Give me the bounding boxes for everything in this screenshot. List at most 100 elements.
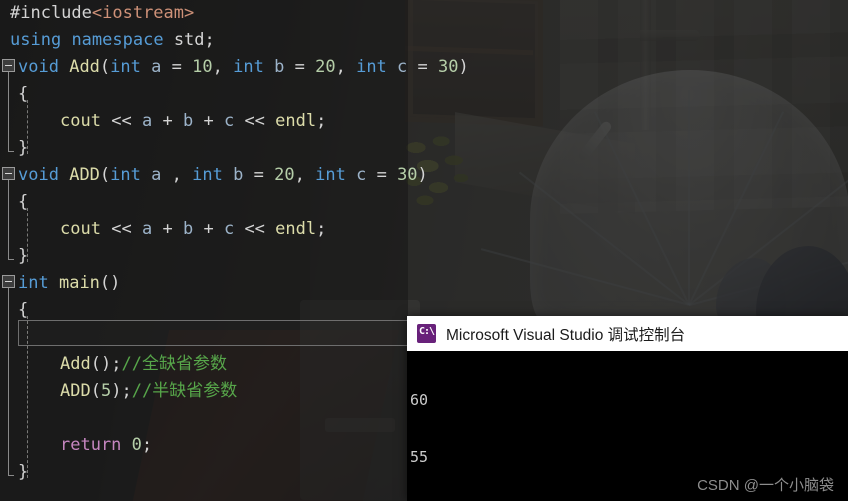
code-line-5[interactable]: cout << a + b + c << endl; (0, 108, 848, 135)
token-brace-open: { (18, 192, 29, 212)
token-brace-close: } (18, 462, 29, 482)
token-semicolon: ; (111, 354, 122, 374)
token-var-c: c (223, 219, 235, 239)
token-var-c: c (356, 165, 367, 185)
token-num-10: 10 (192, 57, 213, 77)
code-line-9[interactable]: cout << a + b + c << endl; (0, 216, 848, 243)
token-brace-open: { (18, 300, 29, 320)
token-shift-left: << (111, 219, 132, 239)
code-line-10[interactable]: } (0, 243, 848, 270)
token-include-directive: #include (10, 3, 92, 23)
token-comma: , (294, 165, 305, 185)
token-shift-left: << (244, 219, 265, 239)
console-output-line: 55 (410, 448, 429, 466)
token-int: int (110, 165, 141, 185)
token-plus: + (162, 111, 173, 131)
token-shift-left: << (111, 111, 132, 131)
token-var-b: b (182, 111, 194, 131)
token-num-5: 5 (100, 381, 112, 401)
code-line-6[interactable]: } (0, 135, 848, 162)
token-var-b: b (233, 165, 244, 185)
console-title-bar[interactable]: C:\ Microsoft Visual Studio 调试控制台 (407, 316, 848, 351)
token-num-30: 30 (438, 57, 459, 77)
token-shift-left: << (244, 111, 265, 131)
console-output-area[interactable]: 60 55 C:\code\2023\data_structure\Projec… (407, 351, 848, 501)
token-equals: = (376, 165, 387, 185)
token-paren-open: ( (99, 165, 111, 185)
code-line-11[interactable]: int main() (0, 270, 848, 297)
token-cout: cout (60, 111, 101, 131)
code-line-3[interactable]: void Add(int a = 10, int b = 20, int c =… (0, 54, 848, 81)
token-plus: + (162, 219, 173, 239)
token-semicolon: ; (316, 219, 327, 239)
token-paren-close: ) (417, 165, 428, 185)
token-paren-close: ) (111, 381, 122, 401)
token-semicolon: ; (316, 111, 327, 131)
console-app-icon: C:\ (417, 324, 436, 343)
token-var-b: b (182, 219, 194, 239)
token-var-c: c (223, 111, 235, 131)
token-comma: , (171, 165, 182, 185)
token-equals: = (253, 165, 264, 185)
token-num-20: 20 (274, 165, 295, 185)
token-std: std (173, 30, 205, 50)
token-brace-open: { (18, 84, 29, 104)
code-line-2[interactable]: using namespace std; (0, 27, 848, 54)
token-plus: + (203, 219, 214, 239)
token-num-0: 0 (131, 435, 142, 455)
token-int: int (356, 57, 387, 77)
token-fn-add: Add (69, 57, 100, 77)
token-int: int (233, 57, 264, 77)
token-int: int (315, 165, 346, 185)
token-comma: , (335, 57, 346, 77)
token-void: void (18, 165, 59, 185)
token-paren-open: ( (99, 273, 111, 293)
token-var-b: b (274, 57, 285, 77)
token-include-header: <iostream> (91, 3, 195, 23)
token-comma: , (212, 57, 223, 77)
token-fn-addupper: ADD (69, 165, 100, 185)
debug-console-window[interactable]: C:\ Microsoft Visual Studio 调试控制台 60 55 … (407, 316, 848, 501)
token-paren-open: ( (90, 354, 101, 374)
token-paren-open: ( (90, 381, 101, 401)
code-line-4[interactable]: { (0, 81, 848, 108)
console-title-text: Microsoft Visual Studio 调试控制台 (446, 326, 686, 344)
code-line-7[interactable]: void ADD(int a , int b = 20, int c = 30) (0, 162, 848, 189)
token-namespace: namespace (71, 30, 164, 50)
token-int: int (110, 57, 141, 77)
code-line-1[interactable]: #include<iostream> (0, 0, 848, 27)
token-brace-close: } (18, 138, 29, 158)
token-var-a: a (151, 57, 162, 77)
token-endl: endl (275, 111, 317, 131)
token-paren-close: ) (458, 57, 469, 77)
token-equals: = (171, 57, 182, 77)
token-fn-add: Add (60, 354, 91, 374)
token-paren-close: ) (100, 354, 112, 374)
token-semicolon: ; (204, 30, 215, 50)
token-comment-half-default: //半缺省参数 (131, 381, 238, 401)
token-semicolon: ; (141, 435, 153, 455)
token-num-30: 30 (397, 165, 418, 185)
token-fn-addupper: ADD (60, 381, 91, 401)
token-plus: + (203, 111, 214, 131)
token-equals: = (417, 57, 428, 77)
token-int: int (192, 165, 223, 185)
token-brace-close: } (18, 246, 29, 266)
token-main: main (58, 273, 100, 293)
token-paren-open: ( (99, 57, 111, 77)
token-cout: cout (60, 219, 101, 239)
code-line-8[interactable]: { (0, 189, 848, 216)
token-void: void (18, 57, 59, 77)
token-endl: endl (275, 219, 317, 239)
console-output-line: 60 (410, 391, 429, 409)
token-var-a: a (141, 219, 153, 239)
token-semicolon: ; (121, 381, 132, 401)
token-using: using (10, 30, 62, 50)
token-num-20: 20 (315, 57, 336, 77)
screenshot-root: #include<iostream> using namespace std; … (0, 0, 848, 501)
token-comment-full-default: //全缺省参数 (121, 354, 227, 374)
token-var-a: a (151, 165, 162, 185)
token-return: return (60, 435, 122, 455)
console-icon-glyph: C:\ (418, 326, 435, 337)
token-equals: = (294, 57, 305, 77)
